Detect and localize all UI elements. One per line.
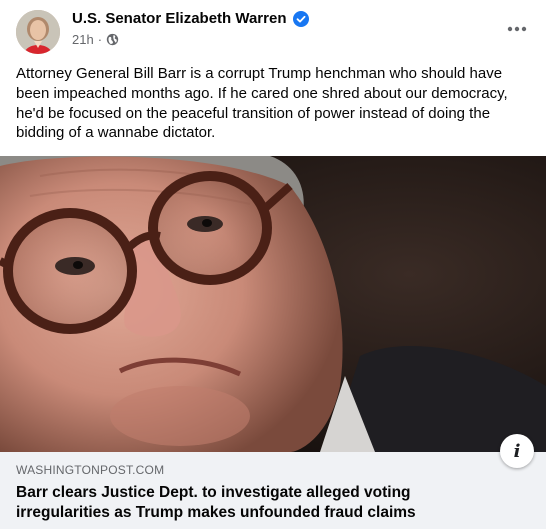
globe-icon[interactable]: [106, 33, 119, 46]
author-avatar[interactable]: [16, 10, 60, 54]
link-preview-card[interactable]: WASHINGTONPOST.COM Barr clears Justice D…: [0, 452, 546, 529]
author-name[interactable]: U.S. Senator Elizabeth Warren: [72, 10, 309, 27]
post-header: U.S. Senator Elizabeth Warren 21h ·: [16, 10, 530, 54]
author-name-text[interactable]: U.S. Senator Elizabeth Warren: [72, 10, 287, 27]
info-icon-label: i: [513, 440, 521, 462]
post-text: Attorney General Bill Barr is a corrupt …: [16, 65, 508, 142]
meta-separator: ·: [97, 32, 103, 47]
post-meta: 21h ·: [72, 32, 119, 47]
post-timestamp[interactable]: 21h: [72, 32, 94, 47]
more-options-button[interactable]: [504, 16, 530, 42]
facebook-post: U.S. Senator Elizabeth Warren 21h · Atto…: [0, 0, 546, 529]
link-preview-image[interactable]: [0, 156, 546, 452]
portrait-photo: [0, 156, 546, 452]
link-domain: WASHINGTONPOST.COM: [16, 463, 165, 477]
avatar-image: [16, 10, 60, 54]
verified-badge-icon: [292, 10, 309, 27]
more-options-icon: [507, 26, 527, 32]
info-icon[interactable]: i: [500, 434, 534, 468]
link-headline[interactable]: Barr clears Justice Dept. to investigate…: [16, 483, 486, 523]
